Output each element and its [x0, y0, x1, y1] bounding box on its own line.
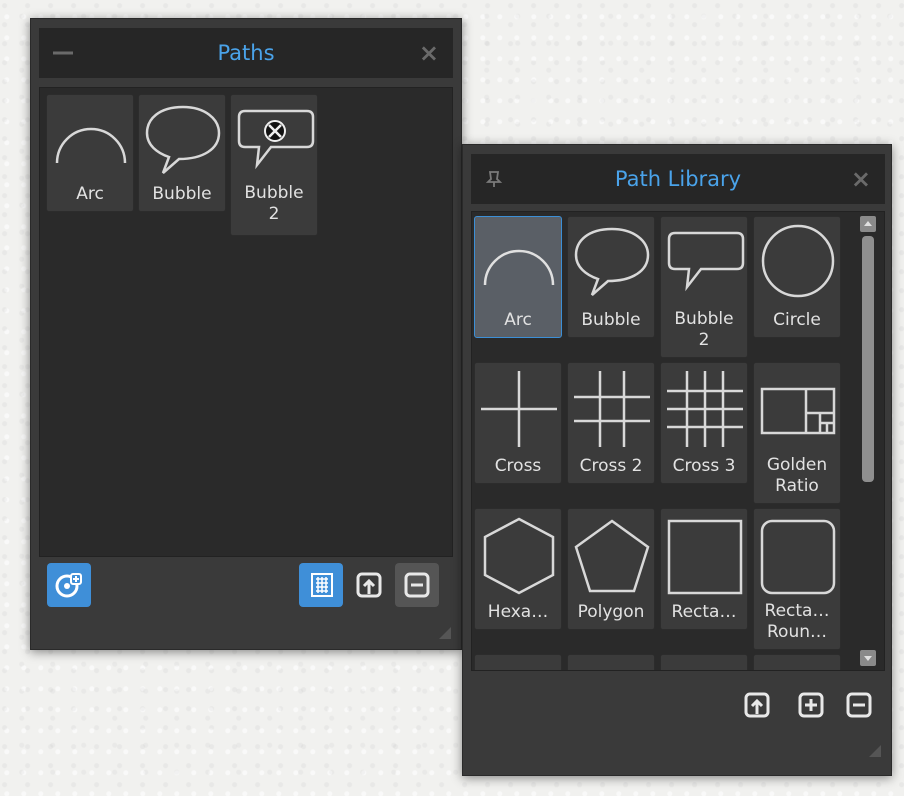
library-titlebar[interactable]: Path Library × [471, 154, 885, 204]
circle-icon [761, 224, 835, 298]
cross-icon [481, 371, 557, 447]
import-icon [356, 572, 382, 598]
grid-view-icon [311, 573, 333, 597]
library-tile-label: Golden Ratio [766, 455, 828, 496]
library-tile-golden-ratio[interactable]: Golden Ratio [753, 362, 841, 504]
library-tile-partial[interactable] [753, 654, 841, 670]
library-tile-label: Arc [504, 310, 532, 330]
import-button[interactable] [347, 563, 391, 607]
rounded-rectangle-icon [760, 519, 836, 595]
scrollbar-thumb[interactable] [862, 236, 874, 482]
library-tile-label: Polygon [577, 602, 645, 622]
close-icon[interactable]: × [851, 167, 871, 191]
path-tile-label: Arc [76, 184, 104, 204]
arc-icon [483, 249, 555, 286]
library-tile-partial[interactable] [567, 654, 655, 670]
bubble-2-icon [237, 109, 315, 170]
grid-view-button[interactable] [299, 563, 343, 607]
add-to-library-button[interactable] [47, 563, 91, 607]
import-icon [744, 692, 770, 718]
remove-icon [404, 572, 430, 598]
remove-button[interactable] [837, 683, 881, 727]
paths-titlebar[interactable]: Paths × [39, 28, 453, 78]
bubble-icon [574, 227, 650, 296]
paths-list[interactable]: Arc Bubble Bubble 2 [39, 87, 453, 557]
library-tile-cross-3[interactable]: Cross 3 [660, 362, 748, 484]
bubble-icon [145, 105, 221, 174]
add-icon [798, 692, 824, 718]
library-tile-polygon[interactable]: Polygon [567, 508, 655, 630]
path-tile-bubble[interactable]: Bubble [138, 94, 226, 212]
scroll-down-icon[interactable] [860, 650, 876, 666]
library-tile-rectangle[interactable]: Recta… [660, 508, 748, 630]
library-tile-label: Bubble [581, 310, 641, 330]
library-tile-label: Cross 2 [579, 456, 643, 476]
library-tile-label: Hexa… [487, 602, 549, 622]
library-scrollbar[interactable] [858, 212, 878, 670]
paths-panel: Paths × Arc Bubble Bubble 2 [30, 18, 462, 650]
path-tile-label: Bubble [152, 184, 212, 204]
hexagon-icon [483, 517, 555, 595]
library-tile-bubble-2[interactable]: Bubble 2 [660, 216, 748, 358]
paths-title: Paths [217, 41, 275, 65]
golden-ratio-icon [760, 387, 836, 435]
library-tile-label: Cross 3 [672, 456, 736, 476]
library-title: Path Library [614, 167, 742, 191]
library-tile-partial[interactable] [474, 654, 562, 670]
library-tile-bubble[interactable]: Bubble [567, 216, 655, 338]
library-tile-label: Bubble 2 [674, 309, 734, 350]
bubble-2-icon [667, 231, 745, 292]
library-tile-circle[interactable]: Circle [753, 216, 841, 338]
pin-icon[interactable] [485, 170, 503, 188]
path-tile-arc[interactable]: Arc [46, 94, 134, 212]
path-library-panel: Path Library × Arc Bubble Bubble 2 Circl… [462, 144, 892, 776]
cross-3-icon [667, 371, 743, 447]
add-to-library-icon [55, 573, 82, 598]
library-tile-cross[interactable]: Cross [474, 362, 562, 484]
rectangle-icon [667, 519, 743, 595]
scroll-up-icon[interactable] [860, 216, 876, 232]
add-button[interactable] [789, 683, 833, 727]
library-tile-label: Recta… [671, 602, 737, 622]
path-tile-bubble-2[interactable]: Bubble 2 [230, 94, 318, 236]
library-tile-hexagon[interactable]: Hexa… [474, 508, 562, 630]
library-tile-cross-2[interactable]: Cross 2 [567, 362, 655, 484]
close-icon[interactable]: × [419, 41, 439, 65]
library-tile-rounded-rectangle[interactable]: Recta… Roun… [753, 508, 841, 650]
resize-grip[interactable] [869, 745, 881, 757]
arc-icon [55, 127, 127, 164]
minimize-icon[interactable] [53, 51, 73, 55]
cross-2-icon [574, 371, 650, 447]
remove-button[interactable] [395, 563, 439, 607]
library-list[interactable]: Arc Bubble Bubble 2 Circle Cross Cross 2… [471, 211, 885, 671]
path-tile-label: Bubble 2 [244, 183, 304, 224]
library-tile-label: Recta… Roun… [764, 601, 830, 642]
polygon-icon [574, 519, 650, 593]
library-tile-arc[interactable]: Arc [474, 216, 562, 338]
resize-grip[interactable] [439, 627, 451, 639]
library-tile-partial[interactable] [660, 654, 748, 670]
library-tile-label: Circle [773, 310, 821, 330]
remove-icon [846, 692, 872, 718]
import-button[interactable] [735, 683, 779, 727]
library-tile-label: Cross [494, 456, 542, 476]
